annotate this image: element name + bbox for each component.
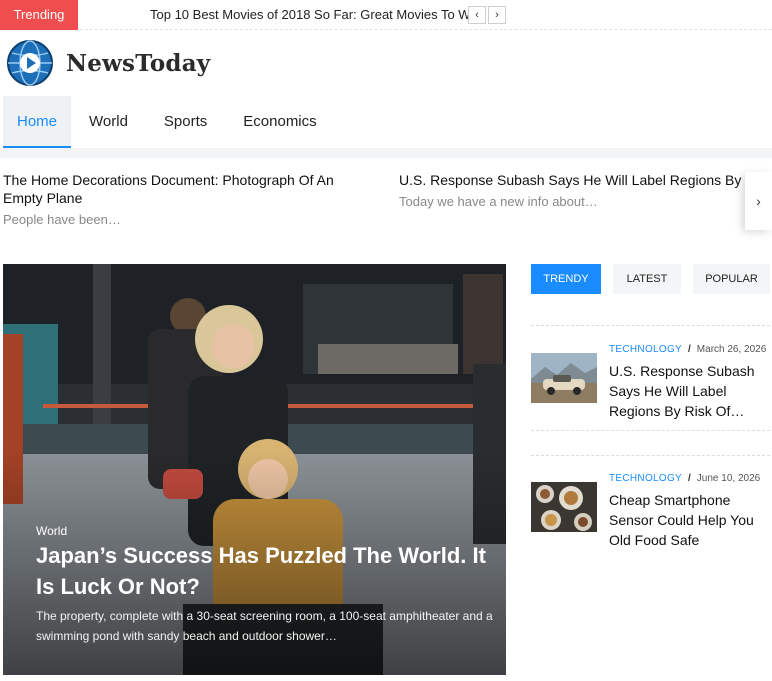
ticker-prev-button[interactable]: ‹	[468, 6, 486, 24]
car-photo	[531, 353, 597, 403]
sidebar-post[interactable]: TECHNOLOGY / March 26, 2026 U.S. Response …	[531, 343, 770, 433]
post-thumbnail[interactable]	[531, 482, 597, 532]
post-date: June 10, 2026	[696, 473, 761, 484]
nav-item-home[interactable]: Home	[3, 96, 72, 148]
post-meta: TECHNOLOGY / March 26, 2026	[609, 343, 766, 357]
featured-item-excerpt: Today we have a new info about…	[399, 194, 598, 209]
hero-category[interactable]: World	[36, 524, 67, 538]
post-title[interactable]: U.S. Response Subash Says He Will Label …	[609, 361, 772, 421]
featured-item[interactable]: U.S. Response Subash Says He Will Label …	[399, 171, 744, 209]
tab-trendy[interactable]: TRENDY	[531, 264, 601, 294]
trending-headline-link[interactable]: Top 10 Best Movies of 2018 So Far: Great…	[150, 0, 468, 30]
slash-separator: /	[688, 344, 691, 355]
post-date: March 26, 2026	[696, 344, 767, 355]
featured-item-title[interactable]: The Home Decorations Document: Photograp…	[3, 171, 368, 207]
sidebar-post[interactable]: TECHNOLOGY / June 10, 2026 Cheap Smartphon…	[531, 472, 770, 552]
post-title[interactable]: Cheap Smartphone Sensor Could Help You O…	[609, 490, 772, 550]
main-nav: Home World Sports Economics	[3, 96, 335, 148]
tab-latest[interactable]: LATEST	[613, 264, 681, 294]
featured-item[interactable]: The Home Decorations Document: Photograp…	[3, 171, 368, 227]
section-divider	[0, 148, 772, 158]
slash-separator: /	[688, 473, 691, 484]
divider	[531, 325, 770, 326]
nav-item-sports[interactable]: Sports	[146, 96, 225, 148]
post-category[interactable]: TECHNOLOGY	[609, 344, 682, 355]
site-logo[interactable]: NewsToday	[6, 38, 210, 88]
trending-bar: Trending Top 10 Best Movies of 2018 So F…	[0, 0, 772, 30]
post-thumbnail[interactable]	[531, 353, 597, 403]
featured-next-button[interactable]: ›	[745, 172, 772, 230]
site-name: NewsToday	[66, 49, 211, 77]
ticker-next-button[interactable]: ›	[488, 6, 506, 24]
featured-item-title[interactable]: U.S. Response Subash Says He Will Label …	[399, 171, 744, 189]
post-category[interactable]: TECHNOLOGY	[609, 473, 682, 484]
hero-article[interactable]: World Japan’s Success Has Puzzled The Wo…	[3, 264, 506, 675]
nav-item-world[interactable]: World	[71, 96, 146, 148]
hero-title[interactable]: Japan’s Success Has Puzzled The World. I…	[36, 540, 491, 602]
featured-item-excerpt: People have been…	[3, 212, 121, 227]
divider	[531, 455, 770, 456]
globe-play-icon	[7, 40, 53, 86]
nav-item-economics[interactable]: Economics	[225, 96, 334, 148]
trending-label: Trending	[0, 0, 78, 30]
divider	[531, 430, 770, 431]
post-meta: TECHNOLOGY / June 10, 2026	[609, 472, 760, 486]
food-photo	[531, 482, 597, 532]
hero-excerpt: The property, complete with a 30-seat sc…	[36, 609, 493, 643]
tab-popular[interactable]: POPULAR	[693, 264, 770, 294]
